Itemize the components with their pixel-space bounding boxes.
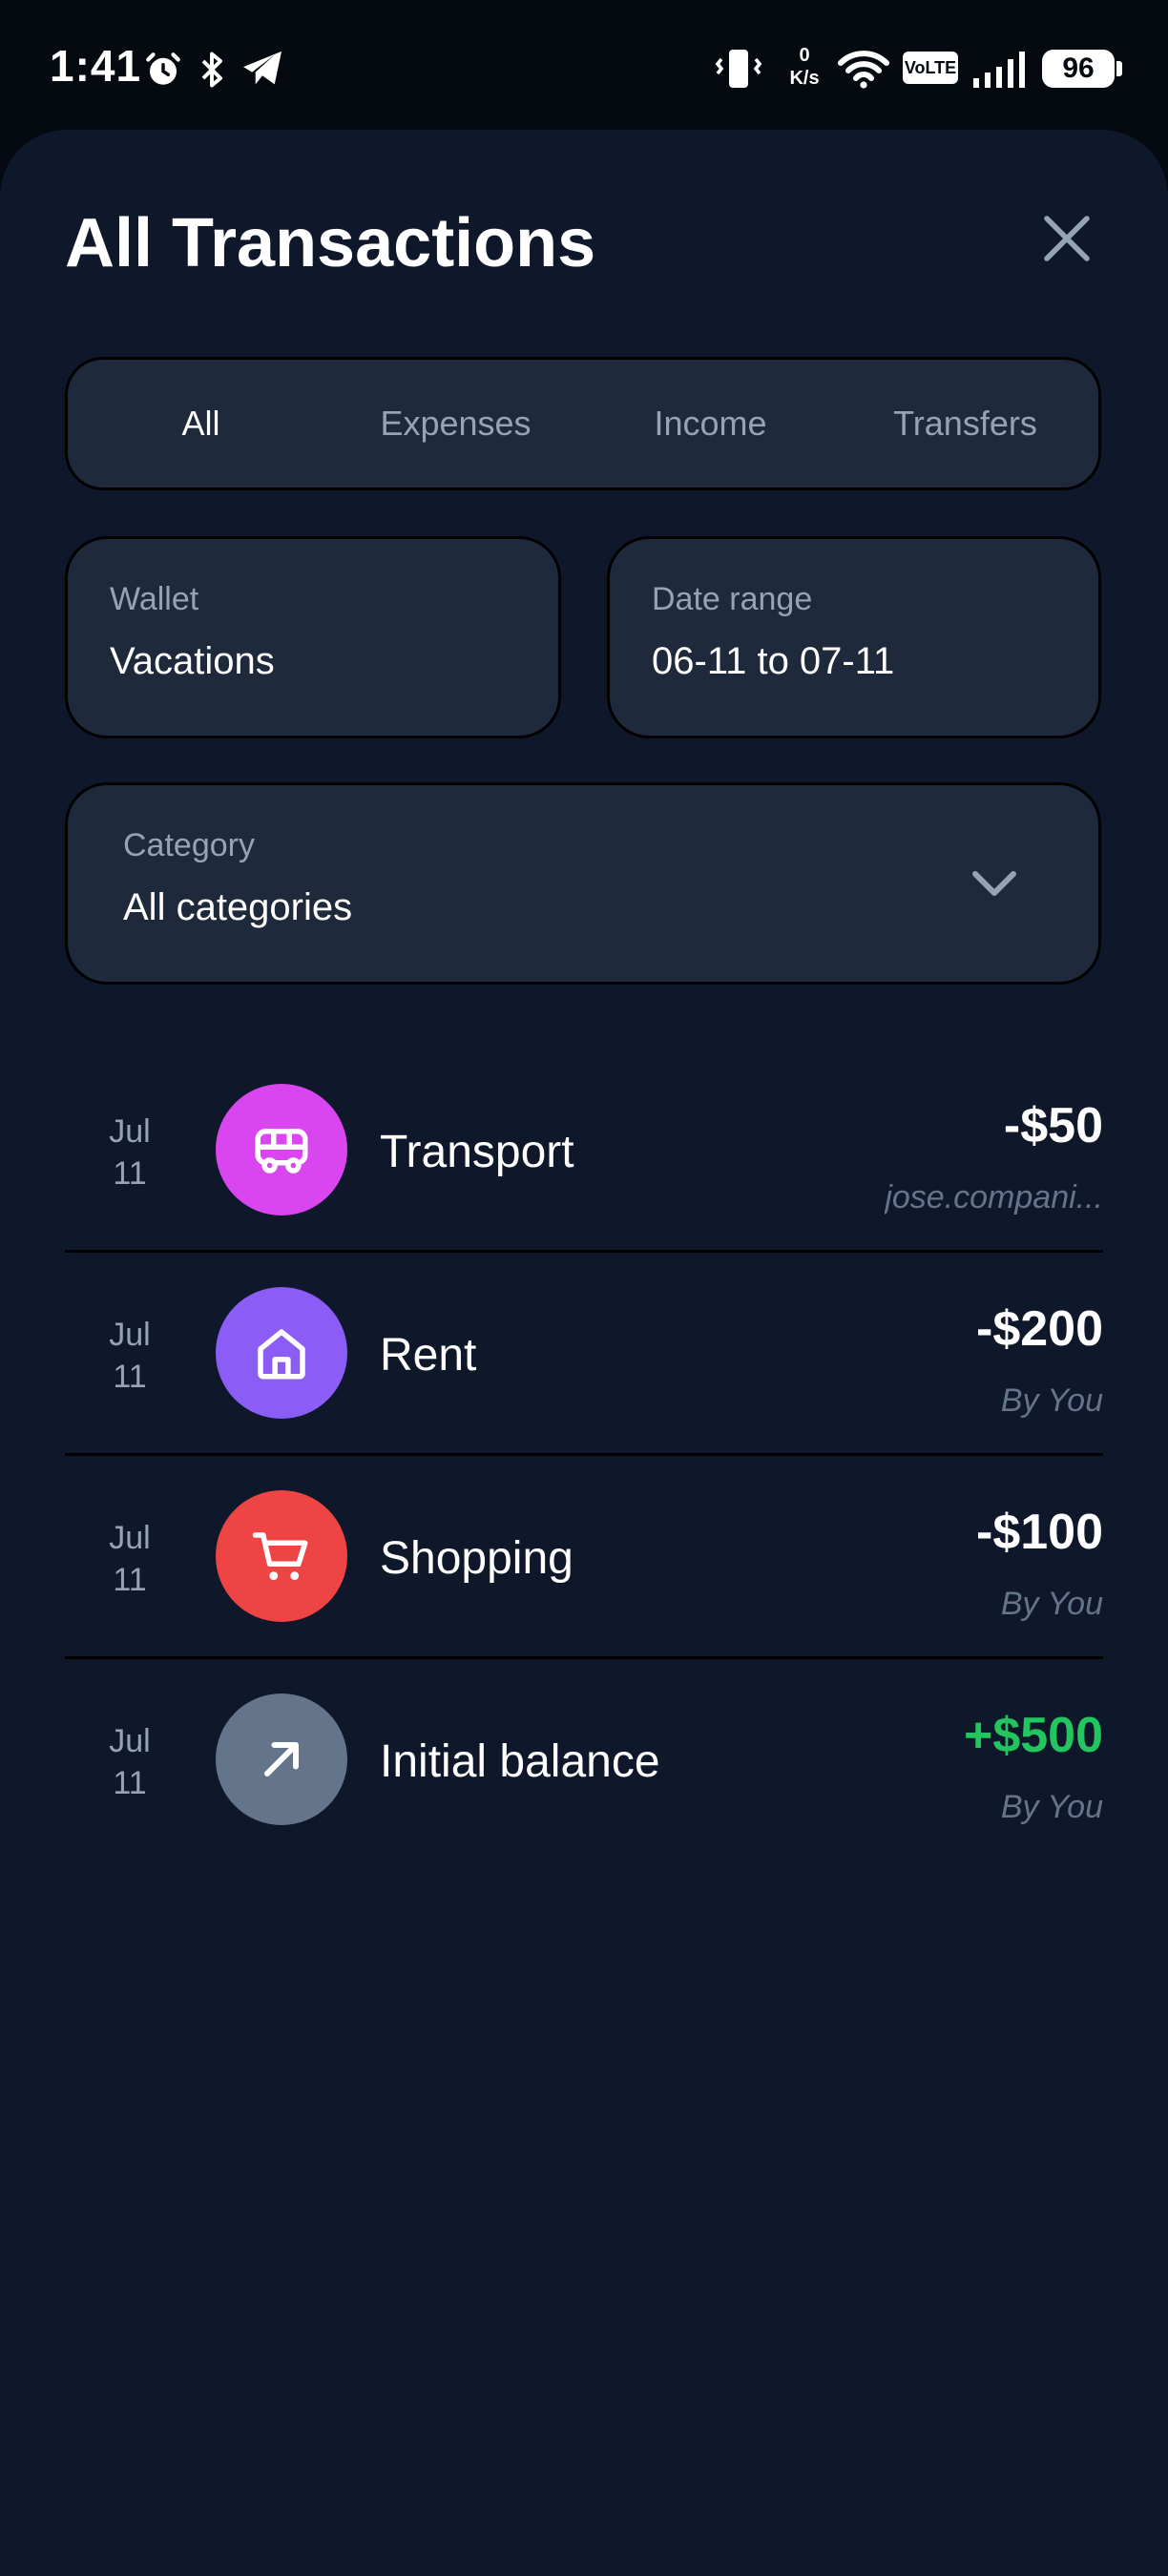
transaction-day: 11 bbox=[113, 1562, 147, 1598]
bus-icon bbox=[255, 1129, 308, 1174]
transaction-author: By You bbox=[1000, 1789, 1103, 1825]
transaction-author: By You bbox=[1000, 1382, 1103, 1419]
status-time: 1:41 bbox=[50, 41, 142, 91]
battery-tip bbox=[1116, 61, 1122, 76]
transaction-date: Jul 11 bbox=[65, 1517, 195, 1601]
transaction-month: Jul bbox=[109, 1723, 151, 1759]
alarm-icon bbox=[146, 52, 180, 85]
transactions-sheet: All Transactions All Expenses Income Tra… bbox=[0, 130, 1168, 2576]
cart-icon bbox=[252, 1532, 308, 1581]
category-filter-label: Category bbox=[123, 827, 255, 863]
category-icon-circle bbox=[216, 1084, 347, 1215]
wallet-filter[interactable]: Wallet Vacations bbox=[65, 536, 561, 738]
category-icon-circle bbox=[216, 1490, 347, 1622]
close-icon bbox=[1044, 216, 1090, 261]
chevron-down-icon[interactable] bbox=[966, 855, 1023, 912]
transaction-name: Shopping bbox=[380, 1533, 574, 1584]
transaction-amount: +$500 bbox=[963, 1708, 1103, 1763]
status-bar: 1:41 0 K/s VoLTE 96 bbox=[0, 0, 1168, 134]
transaction-amount: -$100 bbox=[976, 1505, 1103, 1560]
category-icon-circle bbox=[216, 1287, 347, 1419]
arrow-up-right-icon bbox=[264, 1742, 299, 1776]
transaction-name: Initial balance bbox=[380, 1736, 660, 1787]
tab-income[interactable]: Income bbox=[583, 371, 838, 476]
volte-badge: VoLTE bbox=[903, 52, 958, 84]
transaction-author: By You bbox=[1000, 1586, 1103, 1622]
telegram-icon bbox=[243, 51, 282, 85]
transaction-month: Jul bbox=[109, 1317, 151, 1353]
category-filter-value: All categories bbox=[123, 886, 353, 928]
transaction-amount: -$200 bbox=[976, 1301, 1103, 1357]
transaction-date: Jul 11 bbox=[65, 1314, 195, 1398]
transaction-name: Rent bbox=[380, 1330, 477, 1381]
transaction-day: 11 bbox=[113, 1359, 147, 1395]
category-filter[interactable]: Category All categories bbox=[65, 782, 1101, 985]
transaction-date: Jul 11 bbox=[65, 1720, 195, 1804]
transaction-day: 11 bbox=[113, 1765, 147, 1801]
bluetooth-icon bbox=[201, 52, 222, 88]
transaction-month: Jul bbox=[109, 1520, 151, 1556]
transaction-row[interactable]: Jul 11 Transport -$50 jose.compani... bbox=[65, 1049, 1103, 1250]
network-speed: 0 K/s bbox=[789, 45, 820, 89]
transaction-row[interactable]: Jul 11 Initial balance +$500 By You bbox=[65, 1659, 1103, 1859]
transaction-month: Jul bbox=[109, 1113, 151, 1150]
transaction-author: jose.compani... bbox=[885, 1179, 1103, 1215]
transaction-amount: -$50 bbox=[1003, 1098, 1103, 1153]
tab-expenses[interactable]: Expenses bbox=[328, 371, 583, 476]
close-button[interactable] bbox=[1027, 198, 1107, 279]
wifi-icon bbox=[838, 51, 889, 89]
battery-indicator: 96 bbox=[1042, 50, 1115, 88]
vibrate-icon bbox=[715, 50, 762, 88]
date-range-filter[interactable]: Date range 06-11 to 07-11 bbox=[607, 536, 1101, 738]
home-icon bbox=[258, 1329, 305, 1380]
transaction-date: Jul 11 bbox=[65, 1111, 195, 1195]
page-title: All Transactions bbox=[65, 205, 596, 281]
wallet-filter-value: Vacations bbox=[110, 640, 275, 682]
transaction-day: 11 bbox=[113, 1155, 147, 1192]
date-range-label: Date range bbox=[652, 581, 813, 617]
transaction-row[interactable]: Jul 11 Shopping -$100 By You bbox=[65, 1456, 1103, 1656]
tab-all[interactable]: All bbox=[73, 371, 328, 476]
date-range-value: 06-11 to 07-11 bbox=[652, 640, 895, 682]
tab-transfers[interactable]: Transfers bbox=[838, 371, 1093, 476]
category-icon-circle bbox=[216, 1693, 347, 1825]
signal-icon bbox=[973, 52, 1025, 88]
transaction-row[interactable]: Jul 11 Rent -$200 By You bbox=[65, 1253, 1103, 1453]
wallet-filter-label: Wallet bbox=[110, 581, 199, 617]
transaction-type-tabs: All Expenses Income Transfers bbox=[65, 357, 1101, 490]
transaction-name: Transport bbox=[380, 1127, 574, 1177]
